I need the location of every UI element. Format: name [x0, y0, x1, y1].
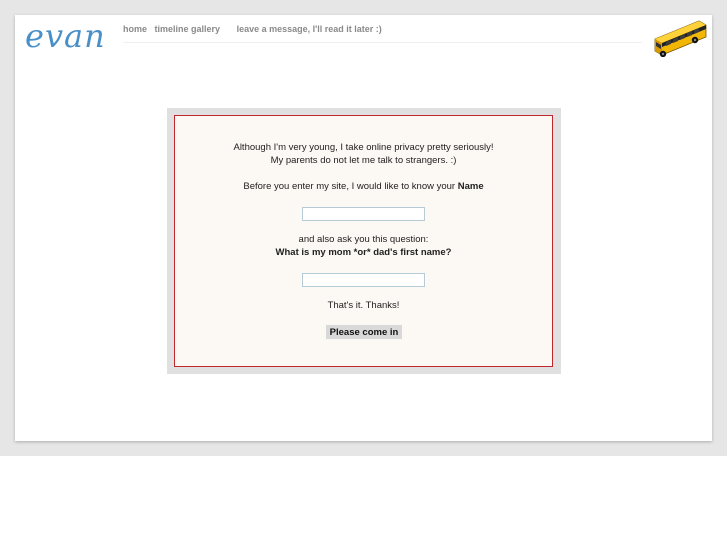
enter-button[interactable]: Please come in — [326, 325, 402, 339]
security-question: What is my mom *or* dad's first name? — [275, 247, 452, 258]
name-prompt-text: Before you enter my site, I would like t… — [243, 181, 456, 192]
nav-timeline-gallery[interactable]: timeline gallery — [155, 24, 221, 34]
question-intro: and also ask you this question: — [298, 234, 429, 245]
nav-leave-message[interactable]: leave a message, I'll read it later :) — [237, 24, 382, 34]
name-prompt-bold: Name — [457, 181, 484, 192]
top-nav: home timeline gallery leave a message, I… — [123, 24, 642, 43]
outro-text: That's it. Thanks! — [327, 300, 400, 311]
page-container: evan home timeline gallery leave a messa… — [15, 15, 712, 441]
intro-line-2: My parents do not let me talk to strange… — [270, 155, 457, 166]
entry-gate-frame: Although I'm very young, I take online p… — [167, 108, 561, 374]
site-logo[interactable]: evan — [25, 17, 106, 55]
nav-home[interactable]: home — [123, 24, 147, 34]
entry-gate-form: Although I'm very young, I take online p… — [174, 115, 553, 367]
name-input[interactable] — [302, 207, 425, 221]
school-bus-icon — [654, 20, 707, 57]
intro-line-1: Although I'm very young, I take online p… — [233, 142, 494, 153]
name-prompt: Before you enter my site, I would like t… — [175, 181, 552, 192]
answer-input[interactable] — [302, 273, 425, 287]
